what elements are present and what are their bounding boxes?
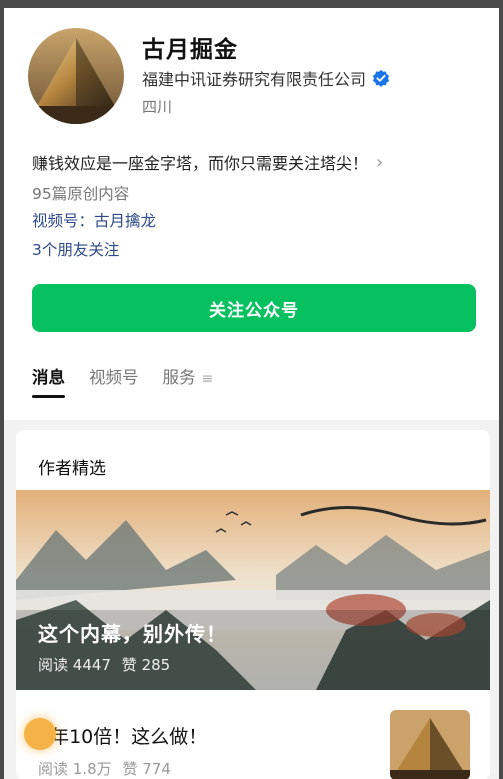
company-name[interactable]: 福建中讯证券研究有限责任公司 — [142, 66, 390, 90]
article-title: 2年10倍！这么做！ — [38, 726, 208, 748]
article-thumbnail — [390, 710, 470, 779]
description-text: 赚钱效应是一座金字塔，而你只需要关注塔尖！ — [32, 154, 369, 173]
verified-icon — [372, 69, 390, 87]
chevron-right-icon: › — [376, 151, 384, 173]
featured-section-title: 作者精选 — [38, 459, 106, 479]
reads-label: 阅读 — [38, 656, 69, 674]
account-description[interactable]: 赚钱效应是一座金字塔，而你只需要关注塔尖！ › — [32, 150, 383, 174]
reads-count: 1.8万 — [72, 760, 112, 778]
likes-count: 285 — [141, 656, 171, 674]
article-stats: 阅读 1.8万 赞 774 — [38, 758, 171, 779]
likes-label: 赞 — [121, 656, 137, 674]
likes-count: 774 — [142, 760, 171, 778]
featured-article-hero[interactable]: 这个内幕，别外传！ 阅读 4447 赞 285 — [16, 490, 490, 690]
reads-count: 4447 — [72, 656, 111, 674]
articles-count: 95篇原创内容 — [32, 185, 130, 203]
profile-section: 古月掘金 福建中讯证券研究有限责任公司 四川 赚钱效应是一座金字塔，而你只需要关… — [4, 8, 499, 420]
menu-icon: ≡ — [201, 371, 214, 387]
company-label: 福建中讯证券研究有限责任公司 — [142, 70, 367, 89]
reads-label: 阅读 — [38, 760, 69, 778]
video-channel-link[interactable]: 视频号：古月擒龙 — [32, 209, 156, 231]
featured-article-title: 这个内幕，别外传！ — [38, 622, 227, 646]
avatar[interactable] — [28, 28, 124, 124]
friends-following-link[interactable]: 3个朋友关注 — [32, 238, 119, 260]
tab-bar: 消息 视频号 服务 ≡ — [32, 364, 237, 398]
feed-area: 作者精选 这个内幕，别外传！ 阅读 4447 赞 285 2年10倍！这么做！ … — [4, 420, 499, 779]
follow-button[interactable]: 关注公众号 — [32, 284, 476, 332]
app-frame: 古月掘金 福建中讯证券研究有限责任公司 四川 赚钱效应是一座金字塔，而你只需要关… — [4, 8, 499, 779]
likes-label: 赞 — [122, 760, 138, 778]
tab-messages[interactable]: 消息 — [32, 364, 65, 398]
account-name: 古月掘金 — [142, 37, 238, 63]
location: 四川 — [142, 98, 173, 116]
tab-services-label: 服务 — [162, 368, 196, 387]
featured-article-stats: 阅读 4447 赞 285 — [38, 654, 170, 675]
article-list-item[interactable]: 2年10倍！这么做！ 阅读 1.8万 赞 774 — [16, 692, 490, 779]
floating-action-dot[interactable] — [24, 718, 56, 750]
tab-services[interactable]: 服务 ≡ — [163, 364, 214, 398]
featured-card: 作者精选 这个内幕，别外传！ 阅读 4447 赞 285 2年10倍！这么做！ … — [16, 430, 490, 779]
tab-video-channel[interactable]: 视频号 — [89, 364, 139, 398]
